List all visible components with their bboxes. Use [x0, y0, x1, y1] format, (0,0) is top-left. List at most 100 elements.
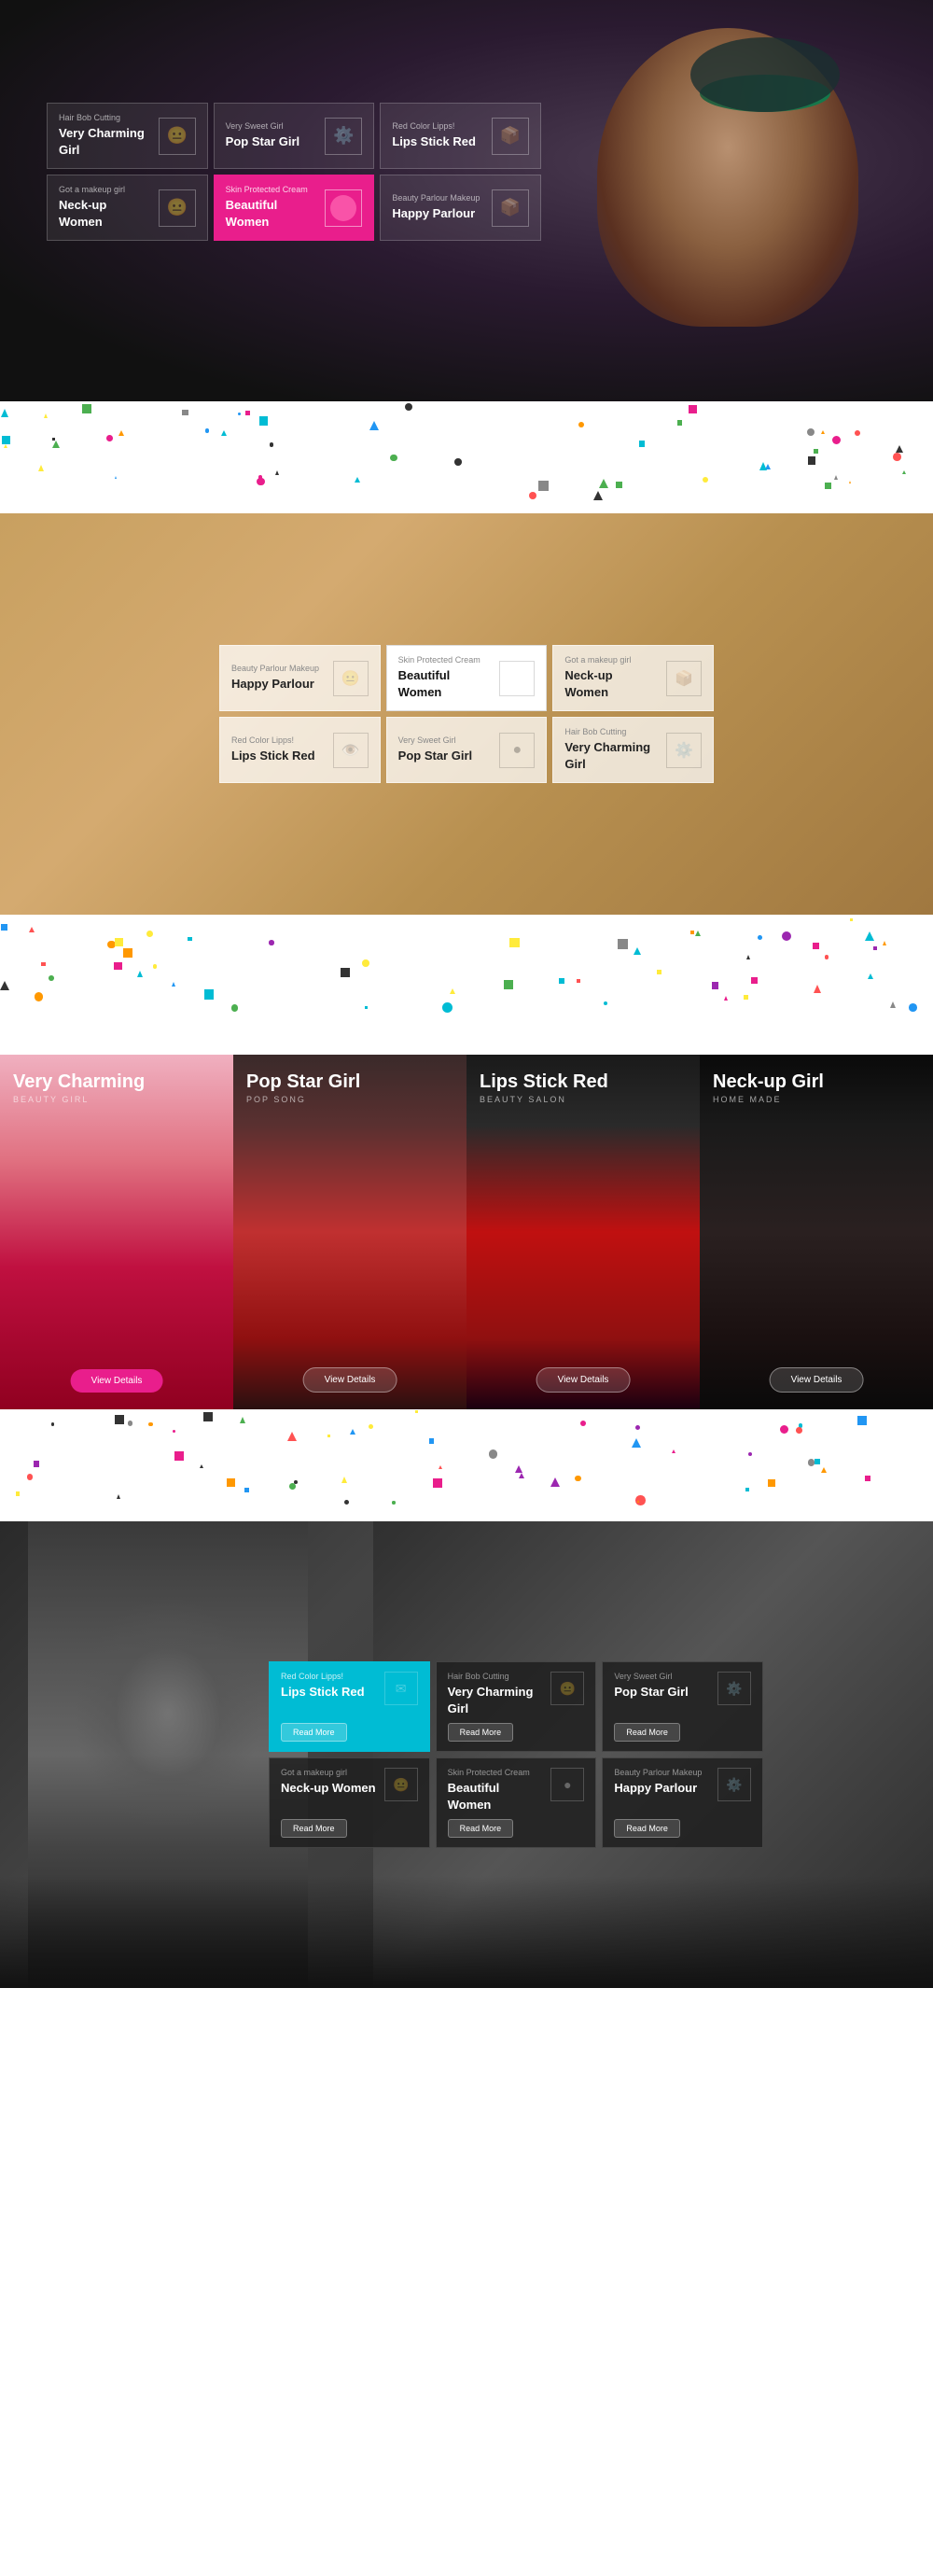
- confetti-item: [27, 1474, 34, 1480]
- confetti-item: [825, 483, 831, 489]
- confetti-item: [44, 413, 48, 418]
- section4-card-5[interactable]: Beauty Parlour Makeup Happy Parlour ⚙️ R…: [602, 1757, 763, 1848]
- confetti-item: [780, 1425, 789, 1435]
- img-card-title-3: Neck-up Girl: [713, 1071, 920, 1093]
- section4-read-btn-0[interactable]: Read More: [281, 1723, 347, 1742]
- confetti-section-2: [0, 915, 933, 1027]
- section2-card-title-0: Happy Parlour: [231, 677, 314, 691]
- img-card-title-2: Lips Stick Red: [480, 1071, 687, 1093]
- section4-read-btn-4[interactable]: Read More: [448, 1819, 514, 1838]
- confetti-section-1: [0, 401, 933, 513]
- section4-card-text-2: Very Sweet Girl Pop Star Girl: [614, 1672, 712, 1701]
- confetti-item: [365, 1006, 368, 1009]
- confetti-item: [35, 992, 43, 1001]
- confetti-item: [893, 453, 901, 461]
- confetti-item: [616, 482, 622, 488]
- hero-cards-grid: Hair Bob Cutting Very Charming Girl 😐 Ve…: [47, 103, 541, 241]
- section2-card-5[interactable]: Hair Bob Cutting Very Charming Girl ⚙️: [552, 717, 714, 783]
- section4-card-1[interactable]: Hair Bob Cutting Very Charming Girl 😐 Re…: [436, 1661, 597, 1752]
- confetti-item: [29, 927, 35, 932]
- confetti-item: [362, 959, 369, 967]
- confetti-item: [825, 955, 829, 959]
- hero-card-2[interactable]: Red Color Lipps! Lips Stick Red 📦: [380, 103, 541, 169]
- section2-card-2[interactable]: Got a makeup girl Neck-up Women 📦: [552, 645, 714, 711]
- img-card-btn-2[interactable]: View Details: [536, 1367, 631, 1393]
- section4-card-0[interactable]: Red Color Lipps! Lips Stick Red ✉ Read M…: [269, 1661, 430, 1752]
- img-card-btn-1[interactable]: View Details: [303, 1367, 397, 1393]
- section4-card-text-5: Beauty Parlour Makeup Happy Parlour: [614, 1768, 712, 1797]
- confetti-item: [509, 938, 519, 947]
- hero-card-1[interactable]: Very Sweet Girl Pop Star Girl ⚙️: [214, 103, 375, 169]
- confetti-item: [117, 1494, 120, 1499]
- confetti-item: [677, 420, 683, 426]
- section4-card-3[interactable]: Got a makeup girl Neck-up Women 😐 Read M…: [269, 1757, 430, 1848]
- section4-card-icon-1: 😐: [550, 1672, 584, 1705]
- confetti-item: [344, 1500, 349, 1505]
- confetti-item: [392, 1501, 395, 1504]
- img-card-title-1: Pop Star Girl: [246, 1071, 453, 1093]
- section4-read-btn-3[interactable]: Read More: [281, 1819, 347, 1838]
- section2-card-text-3: Red Color Lipps! Lips Stick Red: [231, 735, 326, 764]
- confetti-item: [238, 413, 241, 415]
- section4-card-subtitle-5: Beauty Parlour Makeup: [614, 1768, 712, 1777]
- confetti-item: [173, 1430, 176, 1434]
- img-card-btn-0[interactable]: View Details: [71, 1369, 163, 1393]
- section4-card-icon-0: ✉: [384, 1672, 418, 1705]
- section4-read-btn-5[interactable]: Read More: [614, 1819, 680, 1838]
- hero-card-text-1: Very Sweet Girl Pop Star Girl: [226, 121, 318, 150]
- hero-card-3[interactable]: Got a makeup girl Neck-up Women 😐: [47, 175, 208, 241]
- confetti-item: [148, 1422, 152, 1426]
- confetti-item: [538, 481, 549, 491]
- section4-card-title-3: Neck-up Women: [281, 1781, 376, 1795]
- section2-card-text-5: Hair Bob Cutting Very Charming Girl: [564, 727, 659, 773]
- section2-card-4[interactable]: Very Sweet Girl Pop Star Girl ●: [386, 717, 548, 783]
- section4-read-btn-2[interactable]: Read More: [614, 1723, 680, 1742]
- section4-bottom-overlay: [0, 1876, 933, 1988]
- section2-card-1[interactable]: Skin Protected Cream Beautiful Women: [386, 645, 548, 711]
- confetti-item: [575, 1476, 581, 1482]
- section2-card-3[interactable]: Red Color Lipps! Lips Stick Red 👁️: [219, 717, 381, 783]
- hero-card-subtitle-0: Hair Bob Cutting: [59, 113, 151, 122]
- confetti-item: [137, 971, 143, 977]
- confetti-item: [123, 948, 132, 958]
- confetti-item: [632, 1438, 641, 1448]
- section4-read-btn-1[interactable]: Read More: [448, 1723, 514, 1742]
- section4-card-top-3: Got a makeup girl Neck-up Women 😐: [281, 1768, 418, 1801]
- section4-card-4[interactable]: Skin Protected Cream Beautiful Women ● R…: [436, 1757, 597, 1848]
- confetti-item: [504, 980, 513, 989]
- confetti-item: [172, 982, 175, 987]
- section4-card-text-0: Red Color Lipps! Lips Stick Red: [281, 1672, 379, 1701]
- hero-card-0[interactable]: Hair Bob Cutting Very Charming Girl 😐: [47, 103, 208, 169]
- confetti-item: [529, 492, 536, 499]
- confetti-item: [782, 931, 791, 941]
- hero-card-text-4: Skin Protected Cream Beautiful Women: [226, 185, 318, 231]
- confetti-item: [289, 1483, 296, 1490]
- section2-card-0[interactable]: Beauty Parlour Makeup Happy Parlour 😐: [219, 645, 381, 711]
- section4-card-subtitle-1: Hair Bob Cutting: [448, 1672, 546, 1681]
- section2-card-subtitle-0: Beauty Parlour Makeup: [231, 664, 326, 673]
- hero-card-icon-1: ⚙️: [325, 118, 362, 155]
- confetti-item: [221, 430, 227, 436]
- hero-card-title-2: Lips Stick Red: [392, 134, 476, 148]
- section4-card-subtitle-3: Got a makeup girl: [281, 1768, 379, 1777]
- hero-card-icon-3: 😐: [159, 189, 196, 227]
- hero-card-subtitle-3: Got a makeup girl: [59, 185, 151, 194]
- img-card-btn-3[interactable]: View Details: [770, 1367, 864, 1393]
- confetti-item: [748, 1452, 753, 1457]
- confetti-item: [724, 996, 728, 1001]
- confetti-item: [577, 979, 580, 983]
- section4-card-2[interactable]: Very Sweet Girl Pop Star Girl ⚙️ Read Mo…: [602, 1661, 763, 1752]
- hero-card-5[interactable]: Beauty Parlour Makeup Happy Parlour 📦: [380, 175, 541, 241]
- confetti-item: [689, 405, 697, 413]
- img-card-sub-2: BEAUTY SALON: [480, 1095, 687, 1104]
- confetti-item: [768, 1479, 775, 1487]
- section2-card-subtitle-2: Got a makeup girl: [564, 655, 659, 665]
- section2-card-subtitle-5: Hair Bob Cutting: [564, 727, 659, 736]
- hero-card-text-0: Hair Bob Cutting Very Charming Girl: [59, 113, 151, 159]
- confetti-item: [128, 1421, 133, 1426]
- confetti-item: [813, 943, 819, 949]
- confetti-item: [4, 444, 7, 448]
- section4-card-top-2: Very Sweet Girl Pop Star Girl ⚙️: [614, 1672, 751, 1705]
- confetti-item: [746, 955, 750, 959]
- hero-card-4[interactable]: Skin Protected Cream Beautiful Women: [214, 175, 375, 241]
